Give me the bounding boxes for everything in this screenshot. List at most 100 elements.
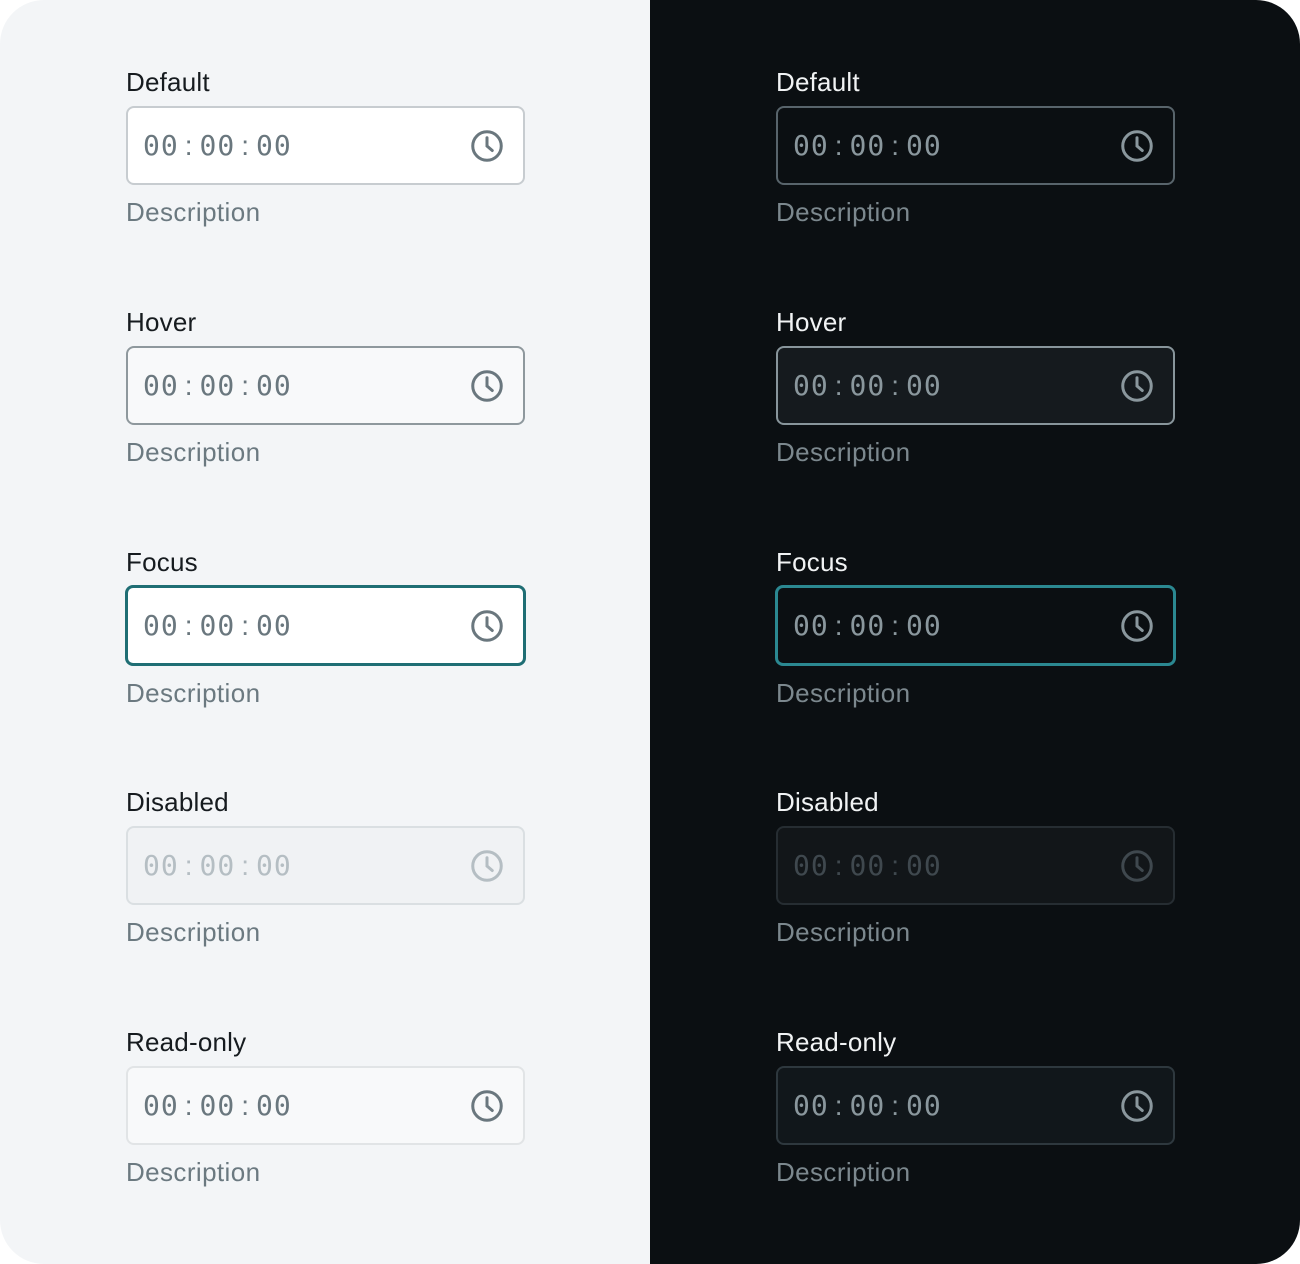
time-input[interactable]: 00 : 00 : 00 bbox=[775, 585, 1176, 666]
seconds-segment[interactable]: 00 bbox=[256, 609, 292, 642]
separator: : bbox=[184, 369, 194, 401]
seconds-segment: 00 bbox=[256, 849, 292, 882]
time-input[interactable]: 00 : 00 : 00 bbox=[776, 346, 1175, 425]
clock-icon[interactable] bbox=[1119, 368, 1155, 404]
time-field-disabled: Disabled 00 : 00 : 00 Description bbox=[126, 786, 526, 948]
separator: : bbox=[184, 609, 194, 641]
separator: : bbox=[891, 609, 900, 641]
time-input[interactable]: 00 : 00 : 00 bbox=[776, 106, 1175, 185]
clock-icon[interactable] bbox=[469, 608, 505, 644]
field-label: Hover bbox=[126, 307, 197, 337]
minutes-segment: 00 bbox=[199, 1089, 236, 1122]
hours-segment[interactable]: 00 bbox=[793, 369, 829, 402]
field-description: Description bbox=[776, 437, 911, 467]
minutes-segment: 00 bbox=[849, 849, 886, 882]
clock-icon[interactable] bbox=[1119, 608, 1155, 644]
time-value: 00 : 00 : 00 bbox=[793, 849, 942, 882]
field-label: Disabled bbox=[126, 787, 229, 817]
clock-icon bbox=[1121, 849, 1153, 882]
minutes-segment[interactable]: 00 bbox=[200, 129, 236, 162]
hours-segment[interactable]: 00 bbox=[793, 609, 829, 642]
hours-segment[interactable]: 00 bbox=[793, 129, 829, 162]
time-field-default: Default 00 : 00 : 00 Description bbox=[776, 66, 1176, 228]
seconds-segment[interactable]: 00 bbox=[256, 129, 292, 162]
time-field-focus: Focus 00 : 00 : 00 Description bbox=[775, 546, 1176, 709]
hours-segment: 00 bbox=[143, 1089, 179, 1122]
minutes-segment[interactable]: 00 bbox=[850, 609, 886, 642]
field-description: Description bbox=[126, 437, 261, 467]
hours-segment[interactable]: 00 bbox=[143, 609, 179, 642]
seconds-segment[interactable]: 00 bbox=[906, 369, 942, 402]
field-description: Description bbox=[776, 678, 911, 708]
time-value: 00 : 00 : 00 bbox=[143, 849, 292, 882]
time-value: 00 : 00 : 00 bbox=[793, 609, 942, 642]
field-label: Focus bbox=[126, 547, 198, 577]
clock-icon bbox=[1121, 1089, 1153, 1122]
separator: : bbox=[891, 1089, 900, 1121]
separator: : bbox=[834, 609, 844, 641]
clock-icon bbox=[471, 1089, 503, 1122]
time-value: 00 : 00 : 00 bbox=[143, 369, 292, 402]
time-input[interactable]: 00 : 00 : 00 bbox=[776, 1066, 1175, 1145]
time-input: 00 : 00 : 00 bbox=[126, 826, 525, 905]
hours-segment: 00 bbox=[143, 849, 179, 882]
field-label: Default bbox=[126, 67, 210, 97]
seconds-segment[interactable]: 00 bbox=[906, 129, 942, 162]
separator: : bbox=[891, 369, 900, 401]
separator: : bbox=[891, 849, 900, 881]
seconds-segment[interactable]: 00 bbox=[256, 369, 292, 402]
field-label: Default bbox=[776, 67, 860, 97]
field-description: Description bbox=[126, 1157, 261, 1187]
minutes-segment[interactable]: 00 bbox=[850, 129, 886, 162]
separator: : bbox=[184, 849, 194, 881]
field-label: Read-only bbox=[776, 1027, 897, 1057]
separator: : bbox=[241, 1089, 250, 1121]
field-description: Description bbox=[776, 917, 911, 947]
time-input[interactable]: 00 : 00 : 00 bbox=[125, 585, 526, 666]
clock-icon[interactable] bbox=[469, 368, 505, 404]
clock-icon bbox=[471, 849, 503, 882]
field-description: Description bbox=[126, 678, 261, 708]
clock-icon[interactable] bbox=[1119, 128, 1155, 164]
time-value: 00 : 00 : 00 bbox=[793, 1089, 942, 1122]
time-input: 00 : 00 : 00 bbox=[776, 826, 1175, 905]
light-theme-panel: Default 00 : 00 : 00 Description Hover 0… bbox=[0, 0, 650, 1264]
minutes-segment[interactable]: 00 bbox=[850, 369, 886, 402]
hours-segment: 00 bbox=[793, 849, 829, 882]
seconds-segment[interactable]: 00 bbox=[906, 609, 942, 642]
time-input[interactable]: 00 : 00 : 00 bbox=[126, 106, 525, 185]
time-input[interactable]: 00 : 00 : 00 bbox=[126, 346, 525, 425]
dark-theme-panel: Default 00 : 00 : 00 Description Hover 0… bbox=[650, 0, 1300, 1264]
separator: : bbox=[241, 129, 250, 161]
field-description: Description bbox=[776, 1157, 911, 1187]
clock-icon[interactable] bbox=[469, 128, 505, 164]
time-input[interactable]: 00 : 00 : 00 bbox=[126, 1066, 525, 1145]
field-description: Description bbox=[776, 197, 911, 227]
seconds-segment: 00 bbox=[256, 1089, 292, 1122]
time-value: 00 : 00 : 00 bbox=[793, 369, 942, 402]
field-label: Hover bbox=[776, 307, 847, 337]
time-field-hover: Hover 00 : 00 : 00 Description bbox=[776, 306, 1176, 468]
minutes-segment[interactable]: 00 bbox=[200, 369, 236, 402]
field-description: Description bbox=[126, 917, 261, 947]
separator: : bbox=[834, 369, 844, 401]
separator: : bbox=[834, 129, 844, 161]
field-label: Disabled bbox=[776, 787, 879, 817]
separator: : bbox=[891, 129, 900, 161]
component-showcase: Default 00 : 00 : 00 Description Hover 0… bbox=[0, 0, 1300, 1264]
field-label: Focus bbox=[776, 547, 848, 577]
minutes-segment: 00 bbox=[199, 849, 236, 882]
seconds-segment: 00 bbox=[906, 849, 942, 882]
time-field-readonly: Read-only 00 : 00 : 00 Description bbox=[776, 1026, 1176, 1188]
time-field-default: Default 00 : 00 : 00 Description bbox=[126, 66, 526, 228]
seconds-segment: 00 bbox=[906, 1089, 942, 1122]
field-label: Read-only bbox=[126, 1027, 247, 1057]
separator: : bbox=[241, 369, 250, 401]
separator: : bbox=[834, 1089, 844, 1121]
time-field-focus: Focus 00 : 00 : 00 Description bbox=[125, 546, 526, 709]
time-value: 00 : 00 : 00 bbox=[143, 1089, 292, 1122]
separator: : bbox=[241, 849, 250, 881]
hours-segment[interactable]: 00 bbox=[143, 369, 179, 402]
minutes-segment[interactable]: 00 bbox=[200, 609, 236, 642]
hours-segment[interactable]: 00 bbox=[143, 129, 179, 162]
